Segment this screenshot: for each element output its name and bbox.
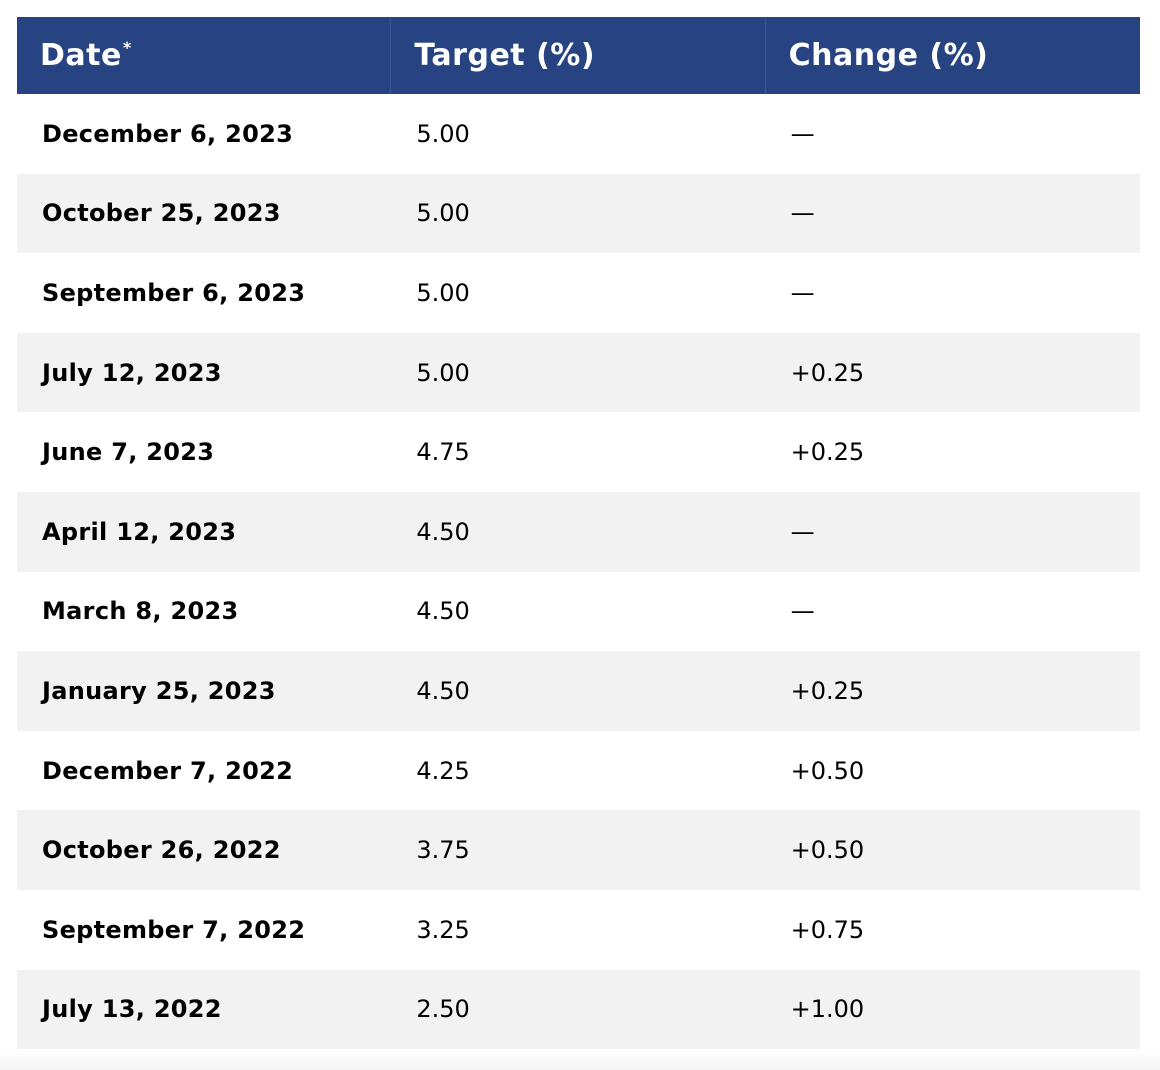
cell-change: — bbox=[790, 119, 815, 148]
cell-target: 5.00 bbox=[416, 358, 470, 387]
header-change-label: Change (%) bbox=[788, 38, 989, 73]
header-date-label: Date bbox=[40, 38, 122, 73]
cell-date: July 12, 2023 bbox=[42, 358, 222, 387]
header-target-label: Target (%) bbox=[414, 38, 596, 73]
cell-target: 5.00 bbox=[416, 119, 470, 148]
cell-target: 4.50 bbox=[416, 517, 470, 546]
cell-change: +0.25 bbox=[790, 358, 865, 387]
table-row: December 7, 2022 4.25 +0.50 bbox=[17, 731, 1140, 811]
cell-change: — bbox=[790, 199, 815, 228]
table-row: September 6, 2023 5.00 — bbox=[17, 253, 1140, 333]
cell-date: January 25, 2023 bbox=[42, 676, 276, 705]
cell-change: +1.00 bbox=[790, 995, 865, 1024]
cell-target: 2.50 bbox=[416, 995, 470, 1024]
cell-date: September 7, 2022 bbox=[42, 915, 306, 944]
table-row: January 25, 2023 4.50 +0.25 bbox=[17, 651, 1140, 731]
header-date-footnote-mark: * bbox=[122, 38, 132, 57]
cell-change: — bbox=[790, 278, 815, 307]
header-target: Target (%) bbox=[391, 17, 766, 94]
cell-target: 5.00 bbox=[416, 199, 470, 228]
cell-date: March 8, 2023 bbox=[42, 597, 239, 626]
table-row: December 6, 2023 5.00 — bbox=[17, 94, 1140, 174]
cell-target: 4.50 bbox=[416, 597, 470, 626]
table-row: July 12, 2023 5.00 +0.25 bbox=[17, 332, 1140, 413]
table-row: April 12, 2023 4.50 — bbox=[17, 491, 1140, 572]
header-date: Date * bbox=[17, 17, 392, 94]
cell-date: December 6, 2023 bbox=[42, 119, 294, 148]
cell-date: October 25, 2023 bbox=[42, 199, 281, 228]
header-change: Change (%) bbox=[766, 17, 1140, 94]
cell-target: 4.50 bbox=[416, 676, 470, 705]
table-row: September 7, 2022 3.25 +0.75 bbox=[17, 890, 1140, 970]
table-row: October 25, 2023 5.00 — bbox=[17, 173, 1140, 254]
cell-date: September 6, 2023 bbox=[42, 278, 306, 307]
cell-date: October 26, 2022 bbox=[42, 836, 281, 865]
cell-change: +0.25 bbox=[790, 676, 865, 705]
cell-target: 3.75 bbox=[416, 836, 470, 865]
cell-change: — bbox=[790, 517, 815, 546]
table-row: October 26, 2022 3.75 +0.50 bbox=[17, 810, 1140, 890]
cell-target: 5.00 bbox=[416, 278, 470, 307]
cell-change: +0.50 bbox=[790, 756, 865, 785]
cell-date: June 7, 2023 bbox=[42, 438, 215, 467]
table-row: July 13, 2022 2.50 +1.00 bbox=[17, 969, 1140, 1050]
table-body: December 6, 2023 5.00 — October 25, 2023 5.0… bbox=[17, 94, 1140, 1050]
cell-change: +0.75 bbox=[790, 915, 865, 944]
table-row: June 7, 2023 4.75 +0.25 bbox=[17, 412, 1140, 492]
cell-change: +0.25 bbox=[790, 438, 865, 467]
cell-change: — bbox=[790, 597, 815, 626]
bottom-fade bbox=[0, 1052, 1160, 1070]
table-row: March 8, 2023 4.50 — bbox=[17, 572, 1140, 652]
cell-date: April 12, 2023 bbox=[42, 517, 237, 546]
cell-target: 4.25 bbox=[416, 756, 470, 785]
table-header-row: Date * Target (%) Change (%) bbox=[17, 17, 1140, 94]
cell-date: July 13, 2022 bbox=[42, 995, 222, 1024]
cell-target: 3.25 bbox=[416, 915, 470, 944]
cell-target: 4.75 bbox=[416, 438, 470, 467]
cell-change: +0.50 bbox=[790, 836, 865, 865]
cell-date: December 7, 2022 bbox=[42, 756, 294, 785]
rates-table: Date * Target (%) Change (%) December 6, … bbox=[17, 17, 1140, 1050]
